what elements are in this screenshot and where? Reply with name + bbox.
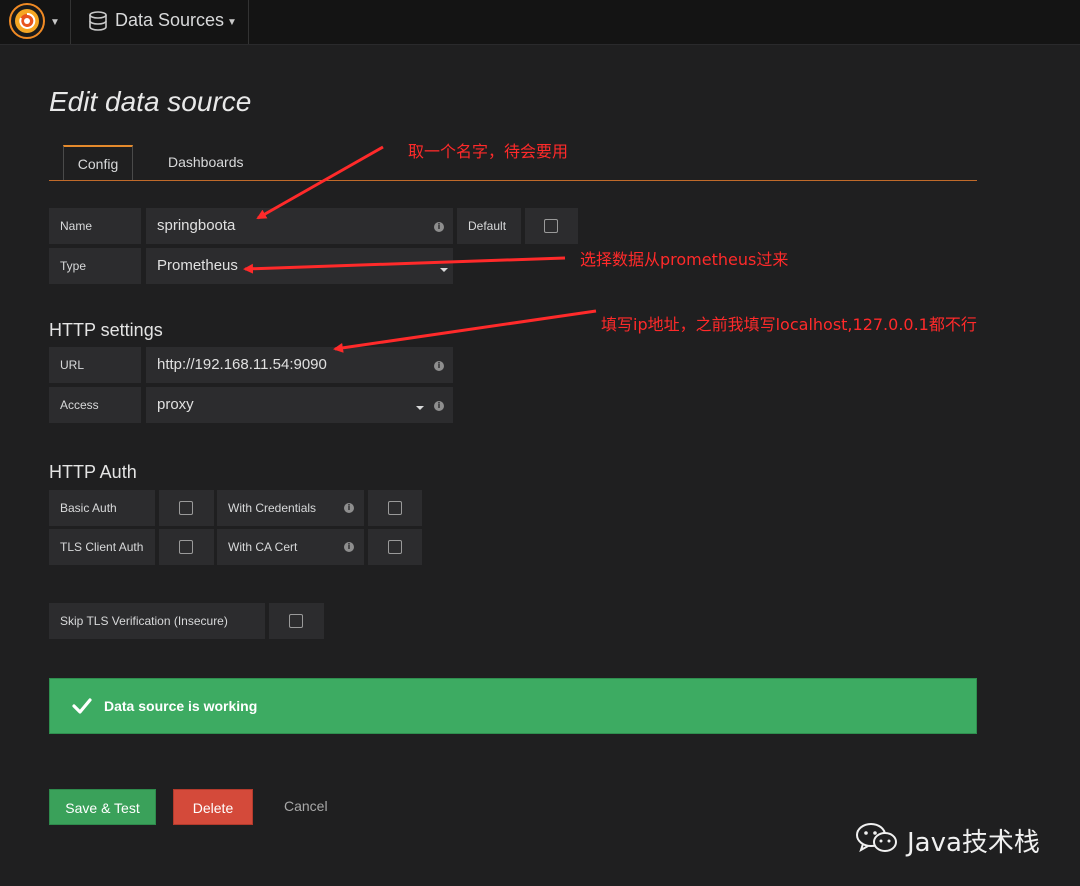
wechat-icon [856, 823, 897, 853]
tls-client-auth-label: TLS Client Auth [49, 529, 155, 565]
skip-tls-checkbox-cell [269, 603, 324, 639]
info-icon[interactable]: i [434, 401, 444, 411]
checkmark-icon [72, 698, 92, 714]
success-message: Data source is working [104, 698, 258, 714]
name-label: Name [49, 208, 141, 244]
annotation-arrow-url [333, 309, 597, 353]
with-ca-cert-label: With CA Cert [217, 529, 364, 565]
with-credentials-label: With Credentials [217, 490, 364, 526]
info-icon[interactable]: i [344, 542, 354, 552]
default-checkbox[interactable] [544, 219, 558, 233]
url-label: URL [49, 347, 141, 383]
tab-dashboards[interactable]: Dashboards [168, 154, 244, 170]
access-select[interactable]: proxy [146, 387, 453, 423]
chevron-down-icon [416, 406, 424, 410]
default-label: Default [457, 208, 521, 244]
http-auth-heading: HTTP Auth [49, 462, 137, 482]
save-test-button[interactable]: Save & Test [49, 789, 156, 825]
info-icon[interactable]: i [434, 222, 444, 232]
annotation-url-note: 填写ip地址，之前我填写localhost,127.0.0.1都不行 [601, 315, 977, 334]
with-ca-cert-checkbox-cell [368, 529, 422, 565]
data-sources-menu[interactable]: Data Sources ▼ [72, 0, 249, 44]
access-label: Access [49, 387, 141, 423]
basic-auth-checkbox[interactable] [179, 501, 193, 515]
tab-config[interactable]: Config [63, 145, 133, 181]
url-input-value: http://192.168.11.54:9090 [157, 356, 327, 373]
database-icon [89, 11, 107, 31]
url-input[interactable]: http://192.168.11.54:9090 [146, 347, 453, 383]
with-credentials-checkbox[interactable] [388, 501, 402, 515]
http-settings-heading: HTTP settings [49, 320, 163, 340]
watermark: Java技术栈 [855, 820, 1055, 858]
logo-menu[interactable]: ▼ [0, 0, 71, 44]
name-input-value: springboota [157, 217, 236, 234]
type-select[interactable]: Prometheus [146, 248, 453, 284]
annotation-arrows [243, 145, 597, 353]
basic-auth-label: Basic Auth [49, 490, 155, 526]
access-select-value: proxy [157, 396, 194, 413]
cancel-button[interactable]: Cancel [284, 798, 328, 814]
type-label: Type [49, 248, 141, 284]
basic-auth-checkbox-cell [159, 490, 214, 526]
success-alert: Data source is working [49, 678, 977, 734]
info-icon[interactable]: i [344, 503, 354, 513]
logo-caret-icon: ▼ [50, 17, 60, 28]
with-ca-cert-checkbox[interactable] [388, 540, 402, 554]
top-navbar: ▼ Data Sources ▼ [0, 0, 1080, 45]
data-sources-label: Data Sources [115, 10, 225, 30]
annotation-name-note: 取一个名字，待会要用 [408, 142, 569, 161]
watermark-text: Java技术栈 [907, 828, 1040, 858]
chevron-down-icon: ▼ [227, 17, 237, 28]
name-input[interactable]: springboota [146, 208, 453, 244]
annotation-type-note: 选择数据从prometheus过来 [580, 250, 789, 269]
chevron-down-icon [440, 268, 448, 272]
info-icon[interactable]: i [434, 361, 444, 371]
type-select-value: Prometheus [157, 257, 238, 274]
default-checkbox-cell [525, 208, 578, 244]
skip-tls-checkbox[interactable] [289, 614, 303, 628]
skip-tls-label: Skip TLS Verification (Insecure) [49, 603, 265, 639]
grafana-logo-icon[interactable] [8, 2, 46, 40]
tabs-divider [49, 180, 977, 181]
page-title: Edit data source [49, 86, 252, 117]
tls-client-auth-checkbox-cell [159, 529, 214, 565]
delete-button[interactable]: Delete [173, 789, 253, 825]
tls-client-auth-checkbox[interactable] [179, 540, 193, 554]
with-credentials-checkbox-cell [368, 490, 422, 526]
